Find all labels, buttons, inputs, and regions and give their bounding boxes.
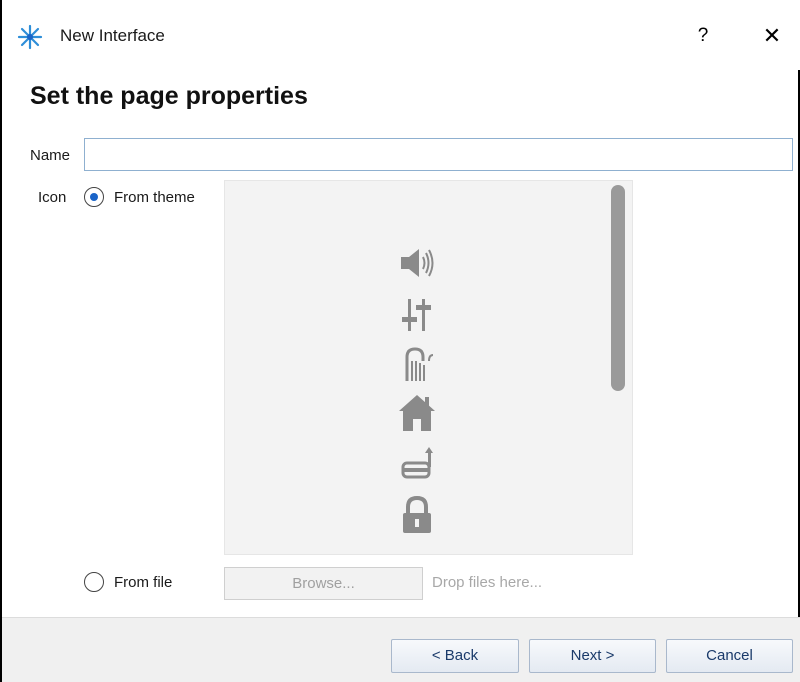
dialog-window: New Interface ? ✕ Set the page propertie…: [0, 0, 800, 682]
pool-lift-icon[interactable]: [395, 441, 439, 485]
icon-label: Icon: [38, 189, 67, 206]
title-bar: New Interface ? ✕: [2, 0, 800, 70]
help-button[interactable]: ?: [690, 22, 716, 50]
window-title: New Interface: [60, 26, 165, 45]
icon-list-scrollbar[interactable]: [611, 185, 625, 391]
drop-files-hint: Drop files here...: [432, 574, 543, 591]
app-star-icon: [17, 24, 43, 50]
next-button[interactable]: Next >: [529, 639, 656, 673]
radio-selected-dot: [90, 193, 98, 201]
shower-icon[interactable]: [395, 343, 439, 387]
browse-button[interactable]: Browse...: [224, 567, 423, 600]
from-theme-radio[interactable]: [84, 187, 104, 207]
padlock-icon[interactable]: [395, 493, 439, 537]
cancel-button[interactable]: Cancel: [666, 639, 793, 673]
dialog-footer: < Back Next > Cancel: [2, 617, 800, 682]
from-file-radio[interactable]: [84, 572, 104, 592]
page-title: Set the page properties: [30, 82, 308, 110]
from-theme-label[interactable]: From theme: [114, 189, 195, 206]
name-label: Name: [30, 147, 71, 164]
back-button[interactable]: < Back: [391, 639, 519, 673]
speaker-icon[interactable]: [395, 241, 439, 285]
equalizer-sliders-icon[interactable]: [395, 293, 439, 337]
close-button[interactable]: ✕: [758, 22, 786, 50]
from-file-label[interactable]: From file: [114, 574, 172, 591]
house-icon[interactable]: [395, 391, 439, 435]
name-input[interactable]: [84, 138, 793, 171]
more-icons-partial: [395, 543, 439, 554]
theme-icon-list[interactable]: [224, 180, 633, 555]
